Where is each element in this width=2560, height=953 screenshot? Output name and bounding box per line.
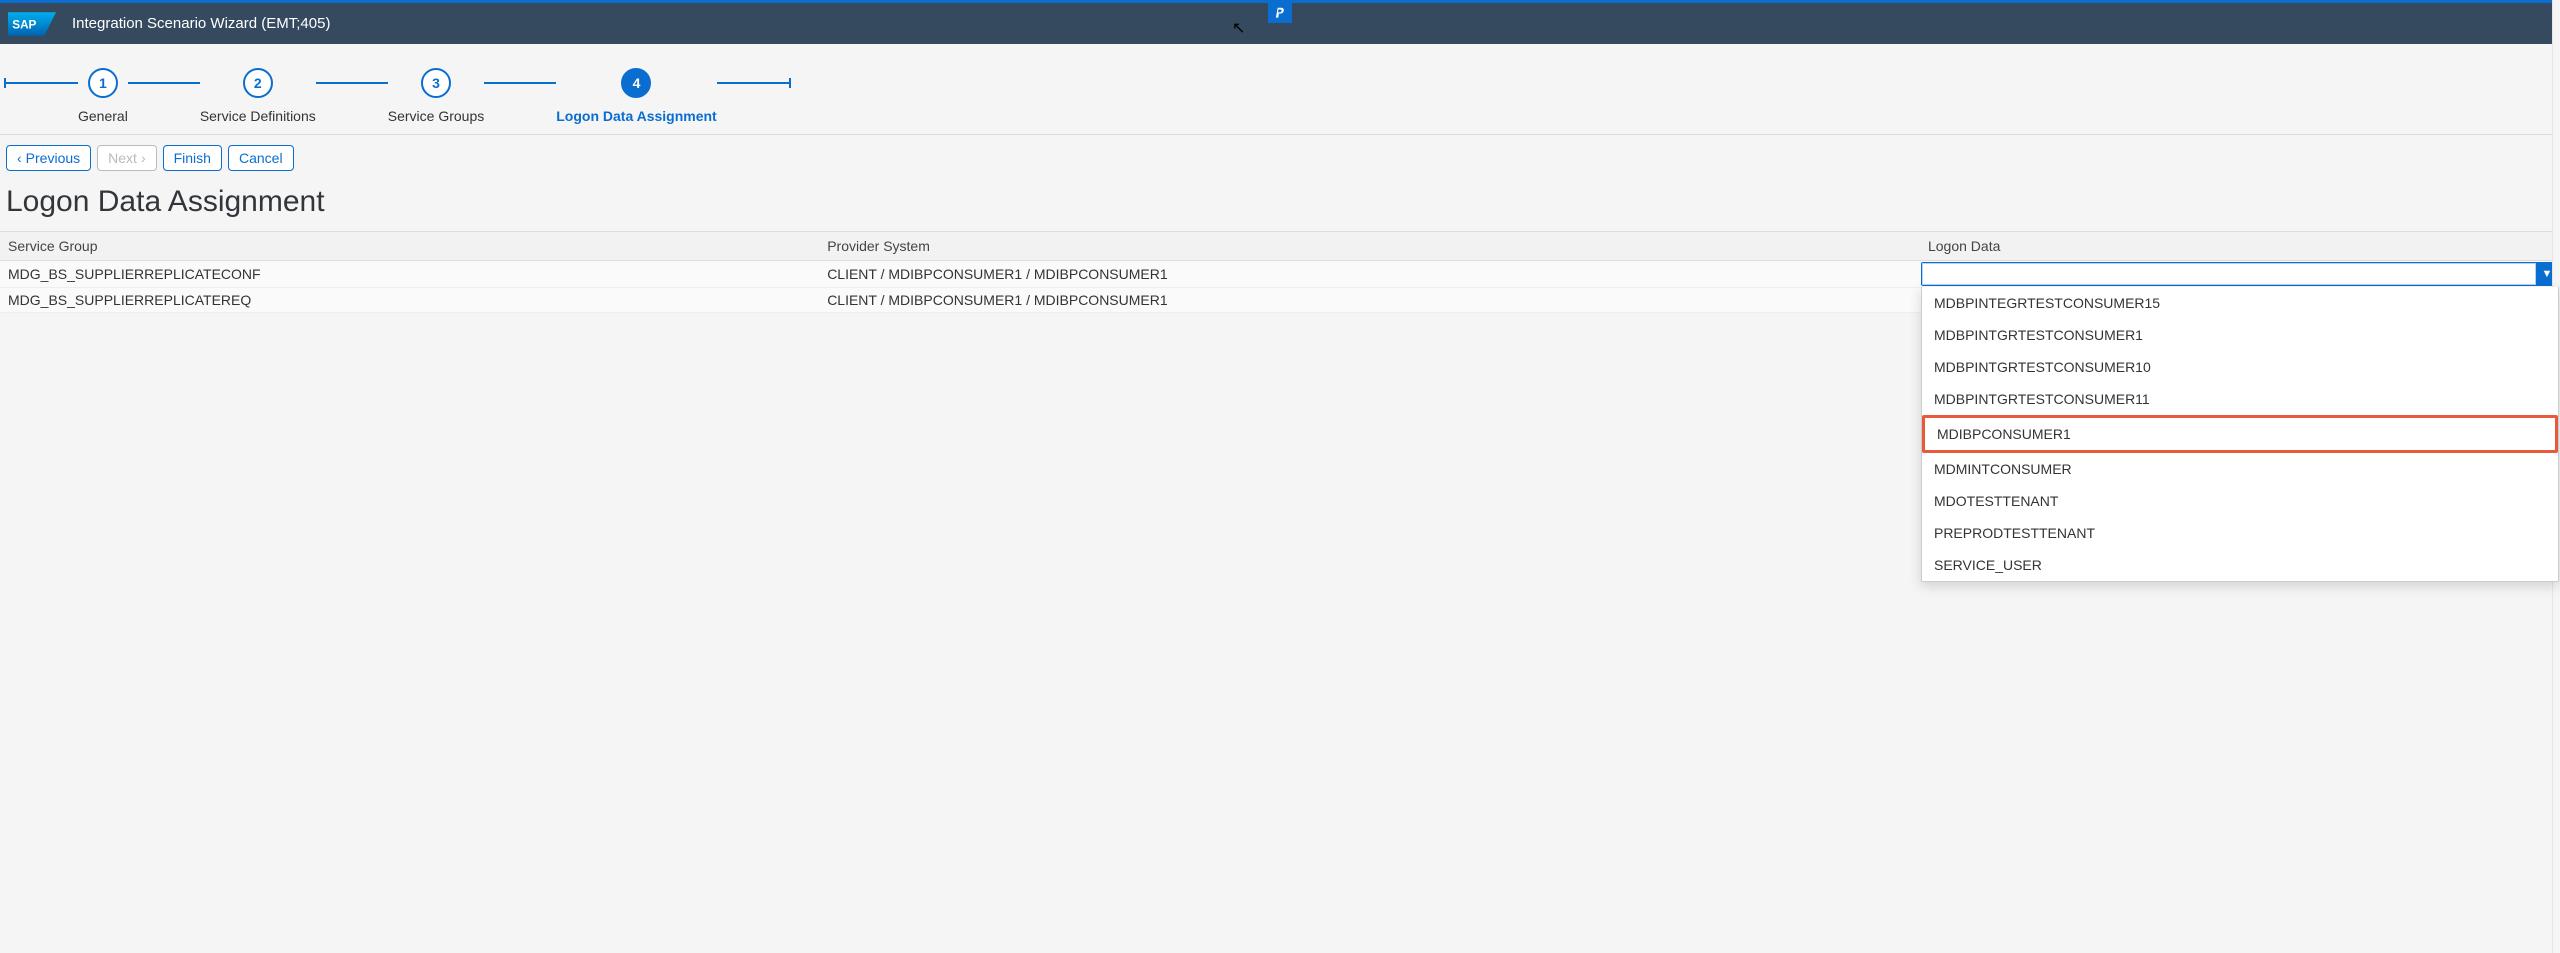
wizard-connector — [717, 82, 789, 84]
cell-logon-data: ▼ MDBPINTEGRTESTCONSUMER15MDBPINTGRTESTC… — [1920, 261, 2560, 288]
previous-button[interactable]: ‹ Previous — [6, 145, 91, 171]
wizard-connector — [6, 82, 78, 84]
column-header-logon-data[interactable]: Logon Data — [1920, 232, 2560, 261]
dropdown-option[interactable]: MDBPINTGRTESTCONSUMER10 — [1922, 351, 2558, 383]
dropdown-option[interactable]: SERVICE_USER — [1922, 549, 2558, 581]
finish-button[interactable]: Finish — [163, 145, 222, 171]
svg-text:SAP: SAP — [12, 18, 36, 31]
cell-service-group: MDG_BS_SUPPLIERREPLICATECONF — [0, 261, 819, 288]
chevron-right-icon: › — [141, 150, 146, 166]
button-label: Next — [108, 150, 137, 166]
wizard-step-number: 4 — [621, 68, 651, 98]
wizard-step-label: Service Groups — [388, 108, 484, 124]
dropdown-option[interactable]: MDBPINTGRTESTCONSUMER1 — [1922, 319, 2558, 351]
column-header-provider-system[interactable]: Provider System — [819, 232, 1920, 261]
column-header-service-group[interactable]: Service Group — [0, 232, 819, 261]
wizard-step-number: 3 — [421, 68, 451, 98]
wizard-step-logon-data-assignment[interactable]: 4 Logon Data Assignment — [556, 68, 717, 124]
wizard-step-label: Service Definitions — [200, 108, 316, 124]
dropdown-option[interactable]: MDBPINTEGRTESTCONSUMER15 — [1922, 287, 2558, 319]
cell-provider-system: CLIENT / MDIBPCONSUMER1 / MDIBPCONSUMER1 — [819, 261, 1920, 288]
wizard-step-label: General — [78, 108, 128, 124]
wizard-step-label: Logon Data Assignment — [556, 108, 717, 124]
dropdown-option[interactable]: PREPRODTESTTENANT — [1922, 517, 2558, 549]
chevron-left-icon: ‹ — [17, 150, 22, 166]
sap-logo: SAP — [8, 12, 56, 36]
app-header: SAP Integration Scenario Wizard (EMT;405… — [0, 0, 2560, 44]
dropdown-option[interactable]: MDOTESTTENANT — [1922, 485, 2558, 517]
wizard-steps: 1 General 2 Service Definitions 3 Servic… — [0, 44, 2560, 135]
wizard-step-number: 1 — [88, 68, 118, 98]
dropdown-option[interactable]: MDBPINTGRTESTCONSUMER11 — [1922, 383, 2558, 415]
wizard-step-service-groups[interactable]: 3 Service Groups — [388, 68, 484, 124]
logon-data-table: Service Group Provider System Logon Data… — [0, 231, 2560, 313]
logon-data-dropdown-list[interactable]: MDBPINTEGRTESTCONSUMER15MDBPINTGRTESTCON… — [1921, 287, 2559, 582]
wizard-step-service-definitions[interactable]: 2 Service Definitions — [200, 68, 316, 124]
wizard-step-number: 2 — [243, 68, 273, 98]
cancel-button[interactable]: Cancel — [228, 145, 294, 171]
wizard-connector — [316, 82, 388, 84]
wizard-step-general[interactable]: 1 General — [78, 68, 128, 124]
dropdown-option[interactable]: MDMINTCONSUMER — [1922, 453, 2558, 485]
page-title: Logon Data Assignment — [0, 181, 2560, 231]
next-button: Next › — [97, 145, 156, 171]
wizard-toolbar: ‹ Previous Next › Finish Cancel — [0, 135, 2560, 181]
button-label: Finish — [174, 150, 211, 166]
wizard-connector — [128, 82, 200, 84]
cell-service-group: MDG_BS_SUPPLIERREPLICATEREQ — [0, 288, 819, 313]
logon-data-input[interactable] — [1922, 263, 2536, 285]
cell-provider-system: CLIENT / MDIBPCONSUMER1 / MDIBPCONSUMER1 — [819, 288, 1920, 313]
dropdown-option[interactable]: MDIBPCONSUMER1 — [1922, 415, 2558, 453]
table-row[interactable]: MDG_BS_SUPPLIERREPLICATECONF CLIENT / MD… — [0, 261, 2560, 288]
page-header-title: Integration Scenario Wizard (EMT;405) — [72, 15, 330, 32]
wizard-connector — [484, 82, 556, 84]
logon-data-combobox[interactable]: ▼ — [1921, 262, 2559, 286]
button-label: Previous — [26, 150, 80, 166]
paypal-icon — [1268, 3, 1292, 23]
chevron-down-icon: ▼ — [2542, 268, 2553, 280]
button-label: Cancel — [239, 150, 283, 166]
